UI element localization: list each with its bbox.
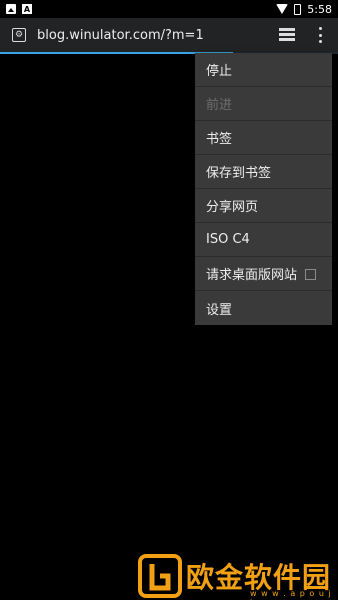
menu-item-stop[interactable]: 停止: [195, 53, 332, 87]
image-notification-icon: [6, 4, 16, 14]
menu-item-label: 分享网页: [206, 200, 259, 215]
status-time: 5:58: [307, 2, 332, 16]
url-bar[interactable]: ⚙ blog.winulator.com/?m=1: [0, 18, 338, 52]
menu-item-label: 保存到书签: [206, 166, 272, 181]
menu-item-request-desktop[interactable]: 请求桌面版网站: [195, 257, 332, 291]
menu-item-label: 前进: [206, 98, 233, 113]
status-bar: A 5:58: [0, 0, 338, 18]
a-notification-icon: A: [22, 4, 32, 14]
overflow-menu-icon[interactable]: [317, 27, 323, 43]
site-shield-icon[interactable]: ⚙: [12, 28, 26, 42]
menu-item-label: 书签: [206, 132, 233, 147]
menu-item-label: ISO C4: [206, 232, 250, 247]
battery-icon: [294, 3, 302, 15]
menu-item-iso-c4[interactable]: ISO C4: [195, 223, 332, 257]
menu-item-bookmarks[interactable]: 书签: [195, 121, 332, 155]
menu-item-label: 设置: [206, 302, 233, 318]
tabs-stack-icon[interactable]: [279, 28, 295, 42]
menu-item-settings[interactable]: 设置: [195, 291, 332, 325]
url-text[interactable]: blog.winulator.com/?m=1: [37, 28, 204, 43]
menu-item-save-bookmark[interactable]: 保存到书签: [195, 155, 332, 189]
wifi-icon: [276, 4, 289, 14]
watermark-logo-icon: [138, 554, 182, 598]
menu-item-share-page[interactable]: 分享网页: [195, 189, 332, 223]
watermark-url: w w w . a p o u j i n . c o m: [250, 589, 332, 600]
watermark: 欧金软件园 w w w . a p o u j i n . c o m: [138, 548, 338, 600]
overflow-menu: 停止 前进 书签 保存到书签 分享网页 ISO C4 请求桌面版网站 设置: [195, 53, 332, 325]
desktop-site-checkbox[interactable]: [305, 269, 316, 280]
menu-item-forward[interactable]: 前进: [195, 87, 332, 121]
menu-item-label: 停止: [206, 64, 233, 79]
menu-item-label: 请求桌面版网站: [206, 268, 298, 283]
